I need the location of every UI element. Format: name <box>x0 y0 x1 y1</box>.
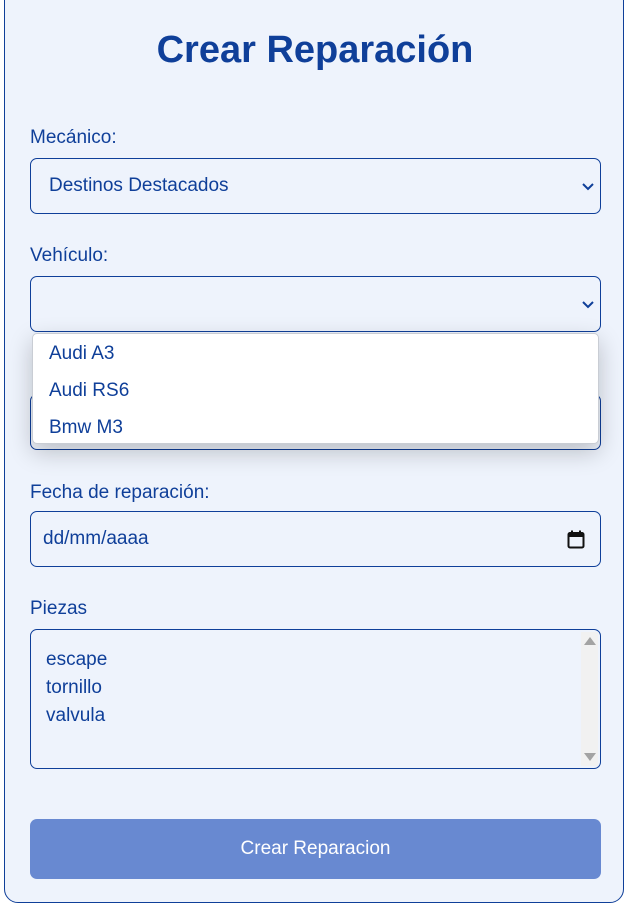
mecanico-selected-value: Destinos Destacados <box>49 175 229 196</box>
scroll-up-arrow-icon[interactable] <box>584 637 596 645</box>
fecha-label: Fecha de reparación: <box>30 482 210 503</box>
vehiculo-label: Vehículo: <box>30 245 109 266</box>
fecha-input[interactable]: dd/mm/aaaa <box>30 511 601 567</box>
vehiculo-dropdown-list: Audi A3 Audi RS6 Bmw M3 <box>32 333 599 444</box>
mecanico-select[interactable]: Destinos Destacados <box>30 158 601 214</box>
dropdown-option[interactable]: Bmw M3 <box>49 416 123 440</box>
crear-reparacion-button[interactable]: Crear Reparacion <box>30 819 601 879</box>
chevron-down-icon <box>582 183 594 191</box>
piezas-label: Piezas <box>30 598 88 619</box>
mecanico-label: Mecánico: <box>30 127 117 148</box>
piezas-textarea[interactable]: escape tornillo valvula <box>30 629 601 769</box>
piezas-line: tornillo <box>46 677 102 698</box>
dropdown-option[interactable]: Audi A3 <box>49 342 115 366</box>
page-title: Crear Reparación <box>156 29 474 71</box>
scroll-down-arrow-icon[interactable] <box>584 753 596 761</box>
calendar-icon[interactable] <box>567 530 585 549</box>
dropdown-option[interactable]: Audi RS6 <box>49 379 129 403</box>
textarea-scrollbar[interactable] <box>581 632 598 766</box>
chevron-down-icon <box>582 301 594 309</box>
fecha-placeholder: dd/mm/aaaa <box>43 528 149 549</box>
vehiculo-select[interactable] <box>30 276 601 332</box>
piezas-line: valvula <box>46 705 106 726</box>
piezas-line: escape <box>46 649 108 670</box>
